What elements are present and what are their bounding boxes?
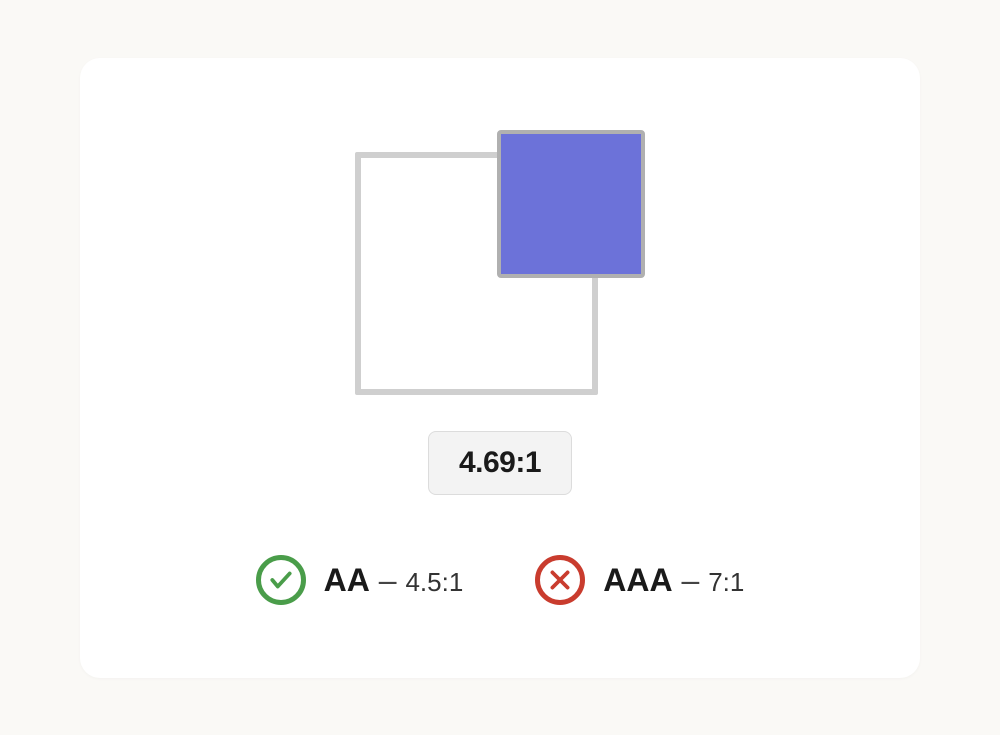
color-swatch-area: [355, 130, 645, 395]
check-icon: [256, 555, 306, 605]
standard-level: AA: [324, 562, 370, 598]
standard-aaa: AAA – 7:1: [535, 555, 744, 605]
contrast-checker-card: 4.69:1 AA – 4.5:1 AAA: [80, 58, 920, 678]
standard-ratio: 7:1: [708, 567, 744, 597]
standards-row: AA – 4.5:1 AAA – 7:1: [256, 555, 745, 605]
x-icon: [535, 555, 585, 605]
contrast-ratio-badge: 4.69:1: [428, 431, 572, 495]
standard-separator: –: [379, 562, 406, 598]
foreground-color-swatch[interactable]: [497, 130, 645, 278]
standard-aa-text: AA – 4.5:1: [324, 562, 464, 599]
standard-separator: –: [682, 562, 709, 598]
standard-aaa-text: AAA – 7:1: [603, 562, 744, 599]
standard-ratio: 4.5:1: [405, 567, 463, 597]
standard-aa: AA – 4.5:1: [256, 555, 464, 605]
standard-level: AAA: [603, 562, 672, 598]
